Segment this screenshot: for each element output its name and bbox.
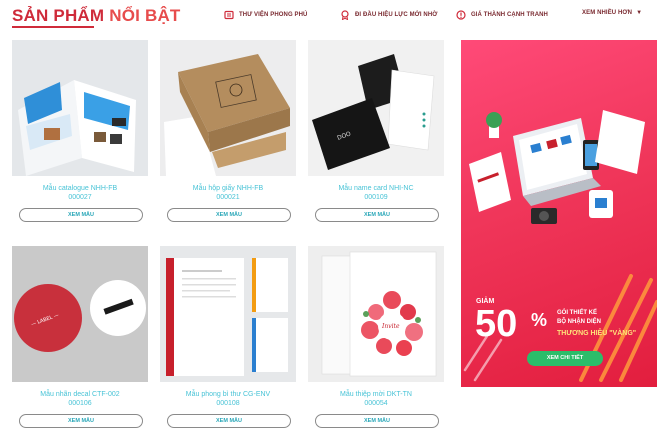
catalogue-illustration (12, 40, 148, 176)
product-image[interactable] (160, 246, 296, 382)
title-part1: SẢN PHẨM (12, 6, 105, 25)
nav-item-price[interactable]: GIÁ THÀNH CẠNH TRANH (456, 10, 548, 20)
product-card[interactable]: Mẫu phong bì thư CG-ENV 000108 XEM MẪU (160, 246, 296, 436)
svg-text:Invite: Invite (381, 323, 400, 330)
nav-label-price: GIÁ THÀNH CẠNH TRANH (471, 12, 548, 18)
caption-line1: Mẫu name card NHI-NC (338, 185, 414, 192)
book-icon (224, 10, 234, 20)
box-illustration (160, 40, 296, 176)
view-sample-button[interactable]: XEM MẪU (19, 208, 143, 222)
title-underline (12, 26, 94, 28)
caption-line2: 000054 (364, 400, 388, 407)
namecard-illustration: DOO (308, 40, 444, 176)
promo-banner[interactable]: GIẢM 50 % GÓI THIẾT KẾ BỘ NHẬN DIỆN THƯƠ… (461, 40, 657, 387)
nav-label-library: THƯ VIỆN PHONG PHÚ (239, 12, 308, 18)
product-card[interactable]: Mẫu catalogue NHH-FB 000027 XEM MẪU (12, 40, 148, 230)
view-sample-button[interactable]: XEM MẪU (315, 208, 439, 222)
caption-line1: Mẫu thiệp mời DKT-TN (340, 391, 412, 398)
promo-line1: GÓI THIẾT KẾ (557, 310, 598, 316)
nav-item-more[interactable]: XEM NHIỀU HƠN ▼ (582, 10, 642, 16)
decal-illustration: — LABEL — (12, 246, 148, 382)
caption-line2: 000027 (68, 194, 92, 201)
product-card[interactable]: Invite Mẫu thiệp mời DKT-TN 000054 XEM M… (308, 246, 444, 436)
chevron-down-icon: ▼ (636, 10, 643, 16)
caption-line2: 000106 (68, 400, 92, 407)
product-image[interactable]: — LABEL — (12, 246, 148, 382)
view-sample-button[interactable]: XEM MẪU (315, 414, 439, 428)
nav-item-library[interactable]: THƯ VIỆN PHONG PHÚ (224, 10, 307, 20)
product-caption[interactable]: Mẫu phong bì thư CG-ENV 000108 (160, 390, 296, 408)
nav-label-more: XEM NHIỀU HƠN (582, 10, 633, 16)
promo-line2: BỘ NHẬN DIỆN (557, 319, 602, 325)
caption-line1: Mẫu phong bì thư CG-ENV (185, 391, 271, 398)
nav-label-effect: ĐI ĐẦU HIỆU LỰC MỚI NHỜ (355, 12, 438, 18)
caption-line1: Mẫu hộp giấy NHH-FB (192, 185, 264, 192)
header: SẢN PHẨM NỔI BẬT THƯ VIỆN PHONG PHÚ ĐI Đ… (0, 0, 659, 34)
featured-products-page: SẢN PHẨM NỔI BẬT THƯ VIỆN PHONG PHÚ ĐI Đ… (0, 0, 659, 437)
view-details-button[interactable]: XEM CHI TIẾT (527, 351, 603, 366)
section-title: SẢN PHẨM NỔI BẬT (12, 6, 181, 26)
award-icon (341, 10, 349, 20)
product-caption[interactable]: Mẫu catalogue NHH-FB 000027 (12, 184, 148, 202)
title-part2: NỔI BẬT (109, 6, 181, 25)
product-caption[interactable]: Mẫu nhãn decal CTF-002 000106 (12, 390, 148, 408)
caption-line2: 000021 (216, 194, 240, 201)
caption-line1: Mẫu catalogue NHH-FB (42, 185, 118, 192)
view-sample-button[interactable]: XEM MẪU (19, 414, 143, 428)
product-card[interactable]: — LABEL — Mẫu nhãn decal CTF-002 000106 … (12, 246, 148, 436)
letterhead-illustration (160, 246, 296, 382)
product-image[interactable]: Invite (308, 246, 444, 382)
view-sample-button[interactable]: XEM MẪU (167, 414, 291, 428)
caption-line1: Mẫu nhãn decal CTF-002 (40, 391, 120, 398)
caption-line2: 000108 (216, 400, 240, 407)
promo-percent-sign: % (531, 310, 548, 330)
promo-line3: THƯƠNG HIỆU "VÀNG" (557, 330, 637, 337)
product-caption[interactable]: Mẫu thiệp mời DKT-TN 000054 (308, 390, 444, 408)
product-image[interactable]: DOO (308, 40, 444, 176)
view-sample-button[interactable]: XEM MẪU (167, 208, 291, 222)
info-icon (456, 10, 466, 20)
product-card[interactable]: DOO Mẫu name card NHI-NC 000109 XEM MẪU (308, 40, 444, 230)
product-caption[interactable]: Mẫu hộp giấy NHH-FB 000021 (160, 184, 296, 202)
product-image[interactable] (160, 40, 296, 176)
promo-discount-value: 50 (475, 303, 518, 345)
invitation-illustration: Invite (308, 246, 444, 382)
caption-line2: 000109 (364, 194, 388, 201)
product-caption[interactable]: Mẫu name card NHI-NC 000109 (308, 184, 444, 202)
nav-item-effect[interactable]: ĐI ĐẦU HIỆU LỰC MỚI NHỜ (340, 10, 438, 20)
product-image[interactable] (12, 40, 148, 176)
product-card[interactable]: Mẫu hộp giấy NHH-FB 000021 XEM MẪU (160, 40, 296, 230)
